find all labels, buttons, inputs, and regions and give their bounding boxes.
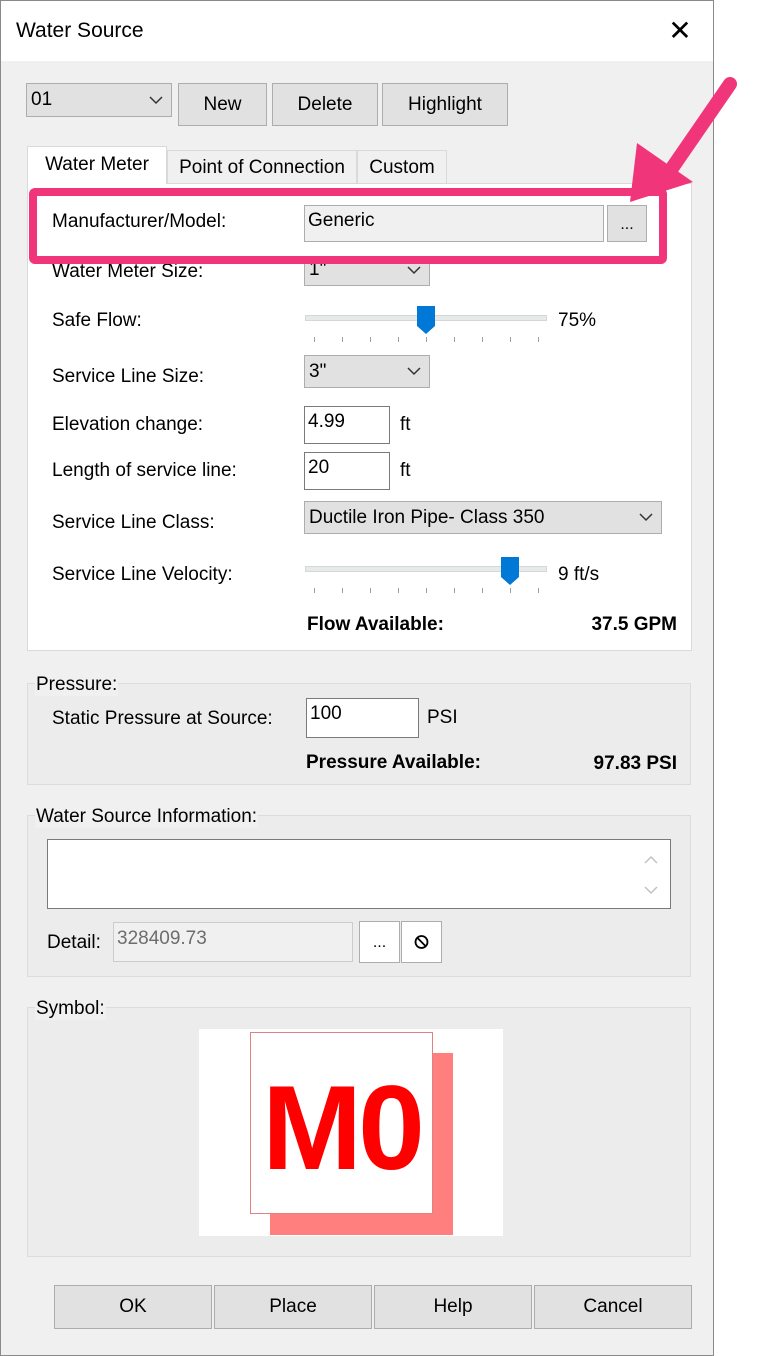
- flow-available-value: 37.5 GPM: [591, 614, 677, 635]
- symbol-preview: M0: [199, 1029, 503, 1236]
- detail-browse-button[interactable]: ...: [359, 921, 400, 963]
- velocity-label: Service Line Velocity:: [52, 564, 233, 585]
- pressure-available-value: 97.83 PSI: [593, 753, 677, 774]
- elevation-input[interactable]: 4.99: [304, 406, 390, 444]
- detail-field[interactable]: 328409.73: [113, 922, 353, 962]
- service-line-class-value: Ductile Iron Pipe- Class 350: [309, 507, 545, 528]
- slider-tick: [314, 337, 315, 342]
- meter-size-label: Water Meter Size:: [52, 261, 204, 282]
- slider-tick: [454, 588, 455, 593]
- scroll-up-icon[interactable]: [642, 851, 660, 873]
- safe-flow-slider-thumb[interactable]: [417, 306, 435, 334]
- scroll-down-icon[interactable]: [642, 881, 660, 903]
- no-symbol-icon: [402, 935, 441, 967]
- symbol-group-label: Symbol:: [35, 998, 106, 1020]
- service-line-size-select[interactable]: 3": [304, 355, 430, 388]
- service-line-class-select[interactable]: Ductile Iron Pipe- Class 350: [304, 501, 662, 534]
- service-line-size-label: Service Line Size:: [52, 366, 205, 387]
- cancel-button[interactable]: Cancel: [534, 1285, 692, 1329]
- safe-flow-value: 75%: [558, 310, 597, 331]
- length-input[interactable]: 20: [304, 452, 390, 490]
- slider-tick: [538, 337, 539, 342]
- slider-tick: [538, 588, 539, 593]
- static-pressure-label: Static Pressure at Source:: [52, 708, 273, 729]
- pressure-available-label: Pressure Available:: [306, 752, 481, 773]
- velocity-slider-thumb[interactable]: [501, 557, 519, 585]
- detail-label: Detail:: [47, 932, 101, 953]
- elevation-unit: ft: [400, 414, 411, 435]
- slider-tick: [370, 337, 371, 342]
- slider-tick: [398, 588, 399, 593]
- pressure-group-label: Pressure:: [35, 674, 119, 696]
- elevation-label: Elevation change:: [52, 414, 204, 435]
- slider-tick: [454, 337, 455, 342]
- slider-tick: [314, 588, 315, 593]
- slider-tick: [370, 588, 371, 593]
- chevron-down-icon: [407, 356, 421, 397]
- static-pressure-input[interactable]: 100: [306, 698, 419, 738]
- flow-available-label: Flow Available:: [307, 614, 444, 635]
- slider-tick: [342, 337, 343, 342]
- place-button[interactable]: Place: [214, 1285, 372, 1329]
- velocity-value: 9 ft/s: [558, 564, 600, 585]
- slider-tick: [426, 337, 427, 342]
- slider-tick: [342, 588, 343, 593]
- slider-tick: [426, 588, 427, 593]
- slider-tick: [510, 588, 511, 593]
- info-textarea[interactable]: [47, 839, 671, 909]
- slider-tick: [482, 337, 483, 342]
- info-group-label: Water Source Information:: [35, 806, 259, 828]
- length-label: Length of service line:: [52, 460, 237, 481]
- annotation-arrow-icon: [630, 77, 737, 202]
- length-unit: ft: [400, 460, 411, 481]
- slider-tick: [482, 588, 483, 593]
- static-pressure-unit: PSI: [427, 707, 458, 728]
- symbol-text: M0: [262, 1061, 425, 1195]
- help-button[interactable]: Help: [374, 1285, 532, 1329]
- service-line-size-value: 3": [309, 361, 327, 382]
- chevron-down-icon: [639, 502, 653, 543]
- slider-tick: [510, 337, 511, 342]
- clear-detail-button[interactable]: [401, 921, 442, 963]
- safe-flow-label: Safe Flow:: [52, 310, 142, 331]
- slider-tick: [398, 337, 399, 342]
- ok-button[interactable]: OK: [54, 1285, 212, 1329]
- class-label: Service Line Class:: [52, 512, 215, 533]
